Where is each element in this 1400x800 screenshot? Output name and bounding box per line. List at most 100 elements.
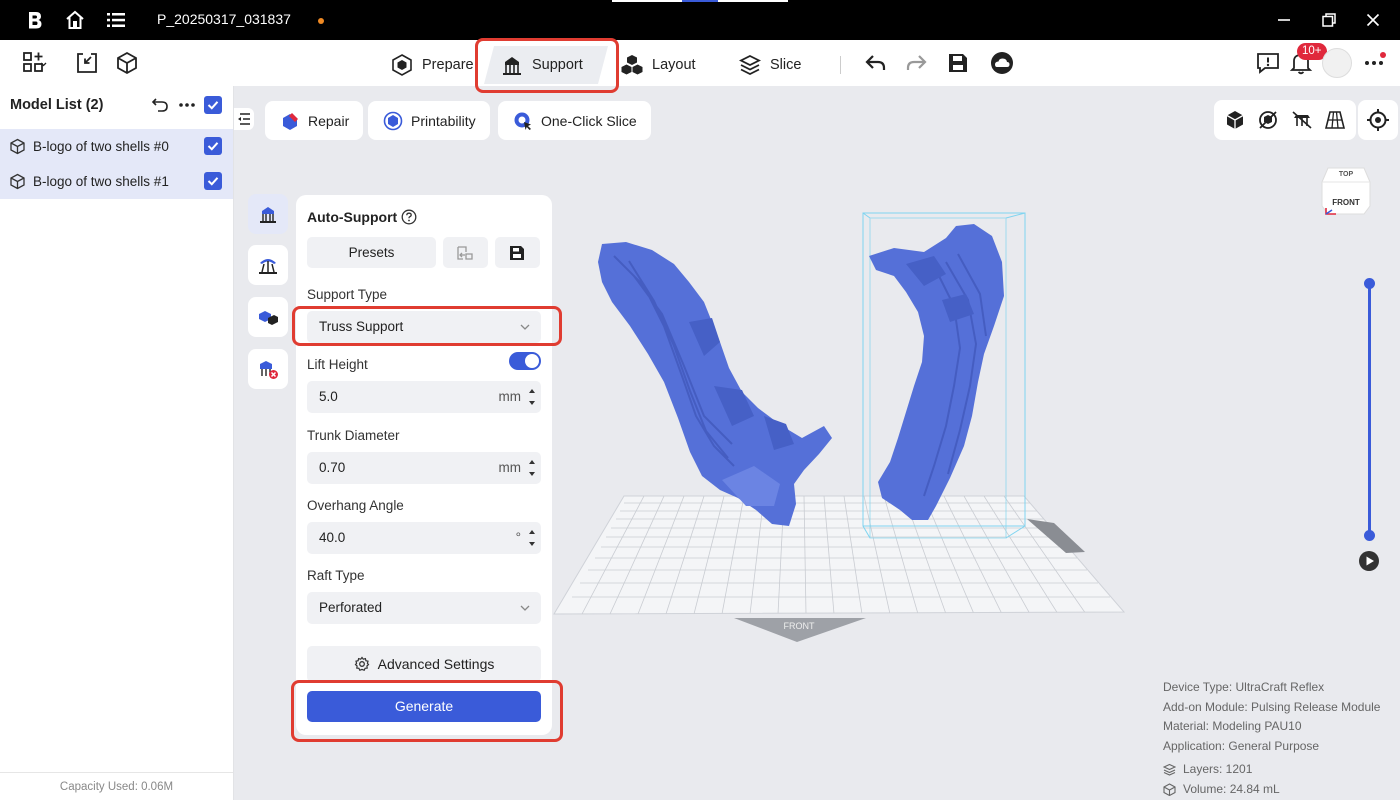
- overhang-angle-label: Overhang Angle: [307, 498, 404, 513]
- minimize-icon[interactable]: [1273, 9, 1295, 31]
- locate-icon[interactable]: [1358, 100, 1398, 140]
- generate-highlight: [291, 680, 563, 742]
- import-preset-button[interactable]: [443, 237, 488, 268]
- xray-view-icon[interactable]: [1256, 108, 1280, 132]
- remove-support-tool[interactable]: [248, 349, 288, 389]
- model-cube-icon: [10, 173, 25, 190]
- raft-type-label: Raft Type: [307, 568, 365, 583]
- stepper-icon[interactable]: [526, 455, 538, 481]
- overhang-angle-input[interactable]: 40.0 °: [307, 522, 541, 554]
- tab-prepare[interactable]: Prepare: [380, 46, 484, 84]
- plate-view-icon[interactable]: [1323, 108, 1347, 132]
- lift-height-toggle[interactable]: [509, 352, 541, 370]
- slice-icon: [738, 54, 762, 76]
- redo-icon[interactable]: [903, 50, 929, 76]
- home-icon[interactable]: [63, 8, 87, 32]
- more-icon[interactable]: [1361, 50, 1387, 76]
- check-icon: [207, 177, 219, 186]
- view-mode-toolbar: [1214, 100, 1356, 140]
- advanced-settings-button[interactable]: Advanced Settings: [307, 646, 541, 682]
- model-name: B-logo of two shells #1: [33, 174, 169, 189]
- list-more-icon[interactable]: [177, 95, 197, 115]
- lift-height-input[interactable]: 5.0 mm: [307, 381, 541, 413]
- view-cube-front-label: FRONT: [1332, 198, 1360, 207]
- unsaved-indicator: [318, 18, 324, 24]
- feedback-icon[interactable]: [1255, 50, 1281, 76]
- repair-button[interactable]: Repair: [265, 101, 364, 140]
- tab-layout[interactable]: Layout: [610, 46, 706, 84]
- cloud-icon[interactable]: [989, 50, 1015, 76]
- play-layers-button[interactable]: [1359, 551, 1379, 571]
- presets-button[interactable]: Presets: [307, 237, 436, 268]
- add-model-grid-icon[interactable]: [22, 50, 48, 76]
- overhang-angle-unit: °: [515, 530, 521, 545]
- gear-icon: [354, 656, 369, 671]
- layers-icon: [1163, 764, 1176, 776]
- list-item[interactable]: B-logo of two shells #1: [0, 164, 233, 199]
- swap-preset-icon: [457, 246, 473, 260]
- tab-label: Layout: [652, 57, 696, 73]
- import-icon[interactable]: [74, 50, 100, 76]
- restore-icon[interactable]: [1318, 9, 1340, 31]
- overhang-angle-value: 40.0: [319, 530, 346, 545]
- select-all-checkbox[interactable]: [204, 96, 222, 114]
- support-edit-icon: [259, 311, 278, 325]
- avatar[interactable]: [1322, 48, 1352, 78]
- support-edit-tool[interactable]: [248, 297, 288, 337]
- capacity-used: Capacity Used: 0.06M: [0, 772, 233, 800]
- stepper-icon[interactable]: [526, 384, 538, 410]
- reset-icon[interactable]: [150, 95, 170, 115]
- device-type: Device Type: UltraCraft Reflex: [1163, 680, 1325, 694]
- remove-support-icon: [260, 361, 278, 379]
- auto-support-icon: [260, 207, 276, 223]
- one-click-slice-button[interactable]: One-Click Slice: [498, 101, 651, 140]
- save-icon[interactable]: [945, 50, 971, 76]
- panel-title: Auto-Support: [307, 209, 398, 225]
- plate-front-label: FRONT: [784, 621, 815, 631]
- list-item[interactable]: B-logo of two shells #0: [0, 129, 233, 164]
- model-library-icon[interactable]: [114, 50, 140, 76]
- model-checkbox[interactable]: [204, 172, 222, 190]
- manual-support-tool[interactable]: [248, 245, 288, 285]
- model-b-logo-0[interactable]: [598, 242, 832, 526]
- project-title: P_20250317_031837: [157, 11, 291, 27]
- model-b-logo-1[interactable]: [869, 224, 1004, 520]
- collapse-panel-icon[interactable]: [234, 108, 254, 130]
- layer-slider-track[interactable]: [1368, 284, 1371, 536]
- solid-view-icon[interactable]: [1223, 108, 1247, 132]
- printability-label: Printability: [411, 112, 476, 129]
- raft-type-select[interactable]: Perforated: [307, 592, 541, 624]
- check-icon: [207, 142, 219, 151]
- manual-support-icon: [259, 259, 277, 274]
- advanced-settings-label: Advanced Settings: [377, 656, 495, 672]
- auto-support-tool[interactable]: [248, 194, 288, 234]
- trunk-diameter-value: 0.70: [319, 460, 346, 475]
- view-cube[interactable]: TOP FRONT: [1320, 162, 1372, 218]
- printability-icon: [383, 111, 403, 130]
- layout-icon: [621, 55, 643, 75]
- tab-label: Prepare: [422, 57, 474, 73]
- model-checkbox[interactable]: [204, 137, 222, 155]
- device-info: Device Type: UltraCraft Reflex Add-on Mo…: [1163, 678, 1380, 799]
- lift-height-unit: mm: [498, 389, 522, 404]
- menu-list-icon[interactable]: [104, 8, 128, 32]
- model-list-title: Model List (2): [10, 97, 104, 113]
- help-icon[interactable]: [401, 209, 417, 225]
- printability-button[interactable]: Printability: [368, 101, 490, 140]
- addon-module: Add-on Module: Pulsing Release Module: [1163, 699, 1381, 714]
- tab-slice[interactable]: Slice: [728, 46, 811, 84]
- layer-slider-bottom-handle[interactable]: [1364, 530, 1375, 541]
- trunk-diameter-input[interactable]: 0.70 mm: [307, 452, 541, 484]
- hide-support-icon[interactable]: [1290, 108, 1314, 132]
- close-icon[interactable]: [1362, 9, 1384, 31]
- check-icon: [207, 101, 219, 110]
- layer-slider-top-handle[interactable]: [1364, 278, 1375, 289]
- stepper-icon[interactable]: [526, 525, 538, 551]
- 3d-viewport[interactable]: FRONT Repair Printability One-Click Slic…: [234, 86, 1400, 800]
- save-preset-button[interactable]: [495, 237, 540, 268]
- lift-height-label: Lift Height: [307, 357, 368, 372]
- model-cube-icon: [10, 138, 25, 155]
- view-cube-top-label: TOP: [1339, 171, 1354, 178]
- layers-stat: Layers: 1201: [1163, 760, 1380, 780]
- undo-icon[interactable]: [863, 50, 889, 76]
